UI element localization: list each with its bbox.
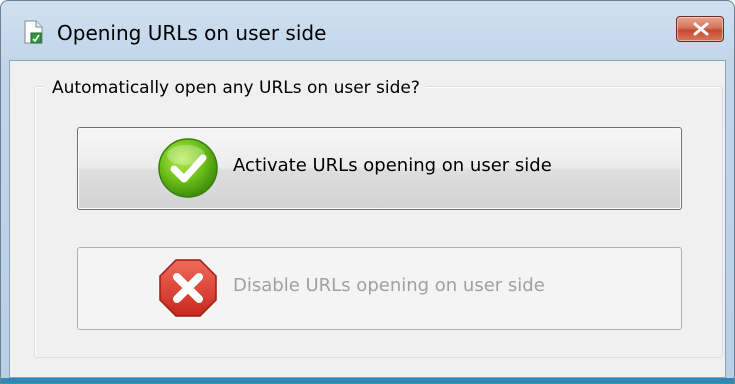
document-icon: [22, 20, 46, 44]
dialog-window: Opening URLs on user side Automatically …: [0, 0, 735, 384]
activate-urls-label: Activate URLs opening on user side: [233, 155, 552, 176]
groupbox-label: Automatically open any URLs on user side…: [44, 77, 426, 99]
disable-urls-button[interactable]: Disable URLs opening on user side: [77, 247, 682, 330]
title-bar[interactable]: Opening URLs on user side: [1, 1, 734, 61]
close-button[interactable]: [676, 16, 724, 42]
activate-urls-button[interactable]: Activate URLs opening on user side: [77, 127, 682, 210]
disable-urls-label: Disable URLs opening on user side: [233, 275, 545, 296]
window-bottom-border: [1, 378, 734, 383]
red-x-icon: [157, 257, 219, 319]
green-check-icon: [157, 137, 219, 199]
dialog-client-area: Automatically open any URLs on user side…: [9, 60, 726, 378]
close-icon: [693, 22, 709, 36]
window-title: Opening URLs on user side: [57, 21, 327, 45]
